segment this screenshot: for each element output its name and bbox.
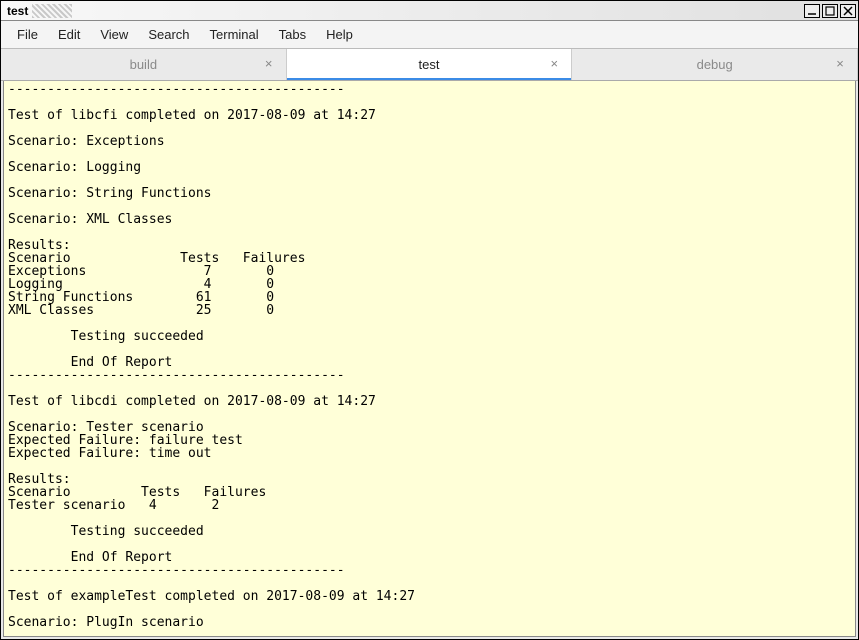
title-bar: test	[1, 1, 858, 21]
menu-search[interactable]: Search	[138, 23, 199, 46]
menu-tabs[interactable]: Tabs	[269, 23, 316, 46]
menu-file[interactable]: File	[7, 23, 48, 46]
maximize-button[interactable]	[822, 4, 838, 18]
terminal-output[interactable]: ----------------------------------------…	[3, 81, 856, 637]
tab-test-label: test	[419, 57, 440, 72]
window-frame: test File Edit View Search Terminal Tabs…	[0, 0, 859, 640]
maximize-icon	[825, 6, 835, 16]
tab-debug-label: debug	[697, 57, 733, 72]
tab-strip: build × test × debug ×	[1, 49, 858, 81]
tab-build-close-icon[interactable]: ×	[262, 57, 276, 71]
close-icon	[843, 6, 853, 16]
titlebar-texture	[32, 4, 72, 18]
tab-debug[interactable]: debug ×	[572, 49, 858, 80]
menu-bar: File Edit View Search Terminal Tabs Help	[1, 21, 858, 49]
menu-terminal[interactable]: Terminal	[200, 23, 269, 46]
tab-build[interactable]: build ×	[1, 49, 287, 80]
window-title: test	[3, 4, 28, 18]
menu-view[interactable]: View	[90, 23, 138, 46]
close-window-button[interactable]	[840, 4, 856, 18]
minimize-button[interactable]	[804, 4, 820, 18]
menu-edit[interactable]: Edit	[48, 23, 90, 46]
menu-help[interactable]: Help	[316, 23, 363, 46]
tab-test-close-icon[interactable]: ×	[547, 57, 561, 71]
tab-debug-close-icon[interactable]: ×	[833, 57, 847, 71]
minimize-icon	[807, 6, 817, 16]
tab-test[interactable]: test ×	[287, 49, 573, 80]
tab-build-label: build	[130, 57, 157, 72]
